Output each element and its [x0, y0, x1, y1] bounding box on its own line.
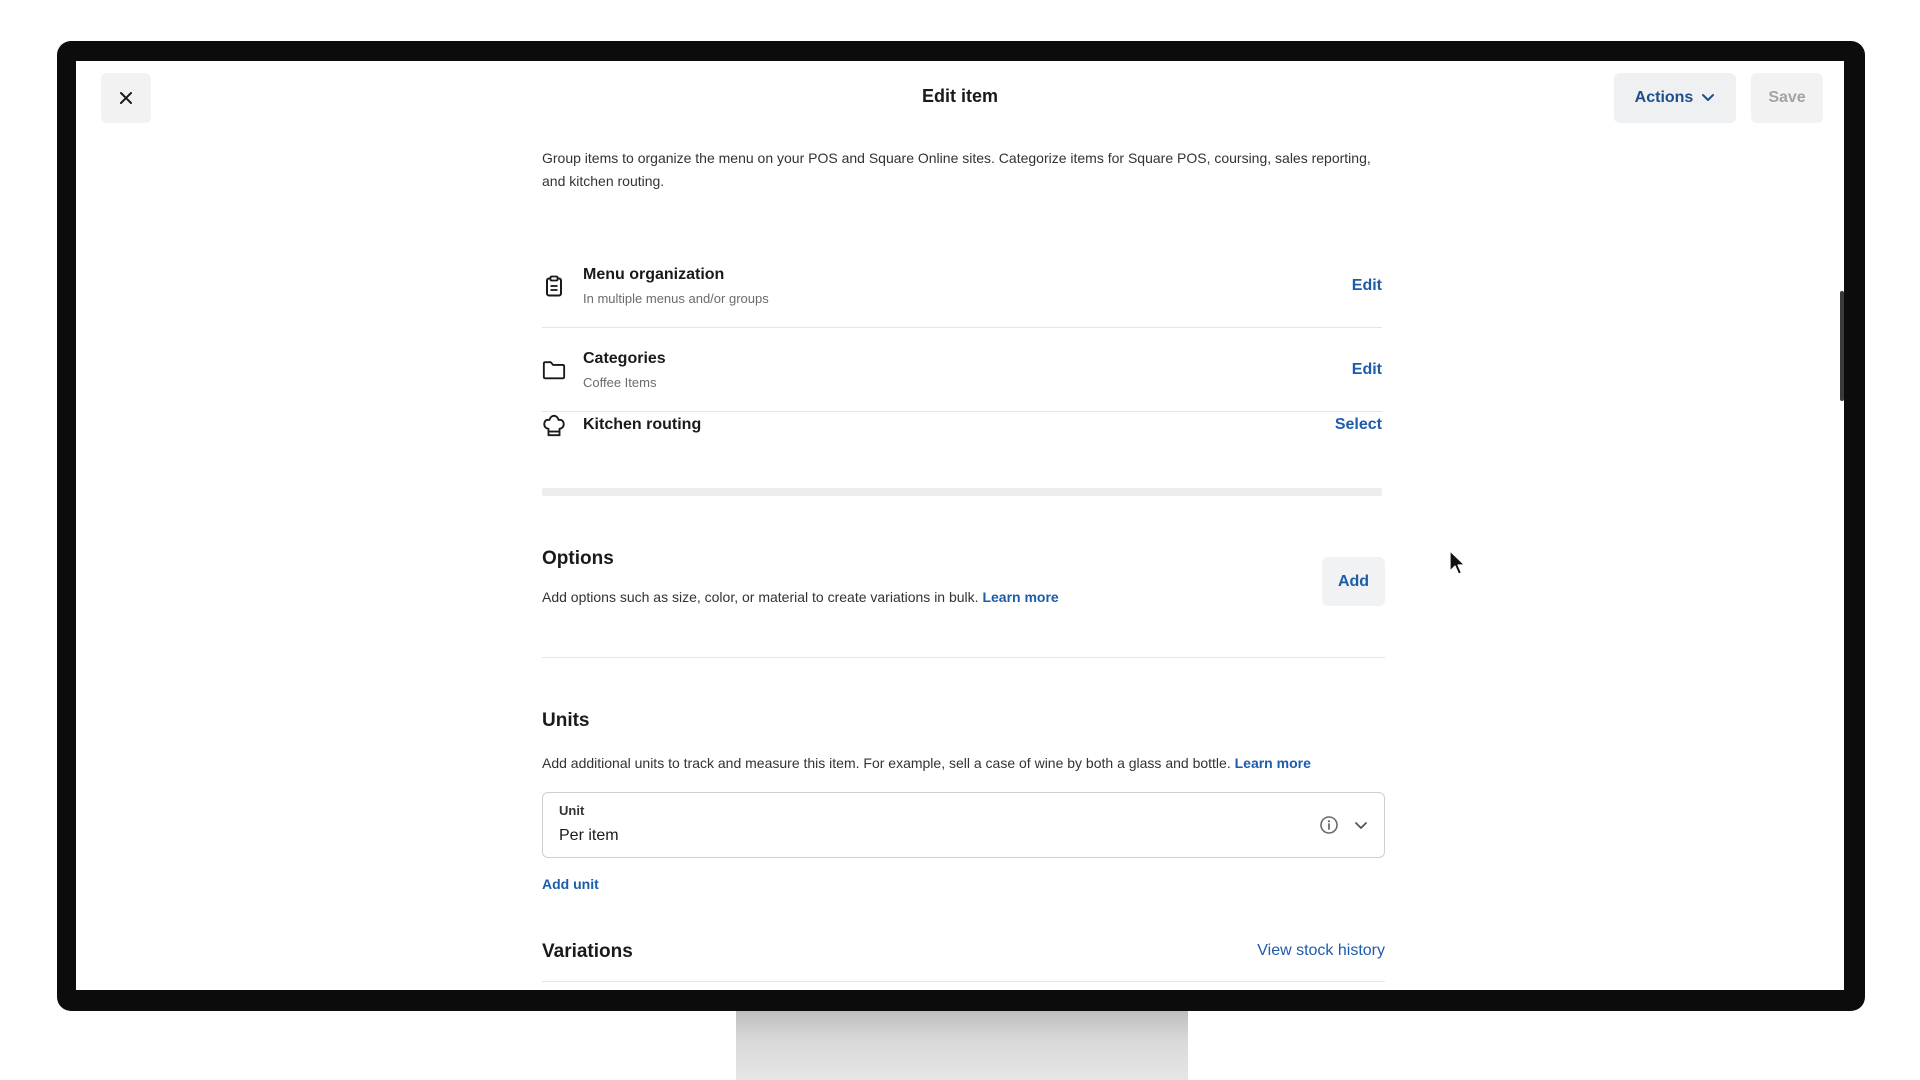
- chevron-down-icon: [1702, 94, 1715, 101]
- unit-field-label: Unit: [559, 803, 585, 818]
- menu-organization-row: Menu organization In multiple menus and/…: [542, 244, 1382, 328]
- app-screen: Edit item Actions Save Group items to or…: [76, 61, 1844, 990]
- organization-intro: Group items to organize the menu on your…: [542, 150, 1371, 189]
- menu-organization-edit-link[interactable]: Edit: [1352, 277, 1382, 295]
- kitchen-routing-title: Kitchen routing: [583, 416, 702, 433]
- scrollbar-thumb[interactable]: [1840, 291, 1844, 401]
- options-divider: [542, 657, 1385, 658]
- actions-button[interactable]: Actions: [1614, 73, 1736, 123]
- mouse-pointer-icon: [1449, 550, 1466, 575]
- options-description: Add options such as size, color, or mate…: [542, 589, 1059, 605]
- view-stock-history-link[interactable]: View stock history: [1257, 942, 1385, 960]
- folder-icon: [542, 358, 566, 382]
- actions-label: Actions: [1634, 89, 1694, 106]
- menu-organization-title: Menu organization: [583, 265, 725, 283]
- add-option-button[interactable]: Add: [1322, 557, 1385, 606]
- categories-row: Categories Coffee Items Edit: [542, 328, 1382, 412]
- info-icon[interactable]: [1319, 815, 1339, 835]
- options-description-text: Add options such as size, color, or mate…: [542, 589, 979, 605]
- variations-divider: [542, 981, 1385, 982]
- options-learn-more-link[interactable]: Learn more: [982, 589, 1058, 605]
- units-title: Units: [542, 710, 590, 731]
- page-title: Edit item: [921, 86, 998, 106]
- unit-field-value: Per item: [559, 827, 619, 844]
- categories-title: Categories: [583, 349, 666, 367]
- kitchen-routing-row: Kitchen routing Select: [542, 412, 1382, 476]
- kitchen-routing-select-link[interactable]: Select: [1335, 412, 1382, 434]
- categories-subtitle: Coffee Items: [583, 374, 657, 390]
- add-unit-link[interactable]: Add unit: [542, 876, 599, 892]
- chef-hat-icon: [542, 414, 566, 438]
- chevron-down-icon[interactable]: [1351, 815, 1371, 835]
- units-learn-more-link[interactable]: Learn more: [1235, 755, 1311, 771]
- units-description-text: Add additional units to track and measur…: [542, 755, 1231, 771]
- unit-select[interactable]: Unit Per item: [542, 792, 1385, 858]
- units-description: Add additional units to track and measur…: [542, 755, 1311, 771]
- menu-organization-subtitle: In multiple menus and/or groups: [583, 290, 769, 306]
- categories-edit-link[interactable]: Edit: [1352, 361, 1382, 379]
- variations-title: Variations: [542, 941, 633, 962]
- monitor-stand: [736, 1010, 1188, 1080]
- clipboard-icon: [542, 274, 566, 298]
- save-button[interactable]: Save: [1751, 73, 1823, 123]
- options-title: Options: [542, 548, 614, 569]
- section-divider: [542, 488, 1382, 496]
